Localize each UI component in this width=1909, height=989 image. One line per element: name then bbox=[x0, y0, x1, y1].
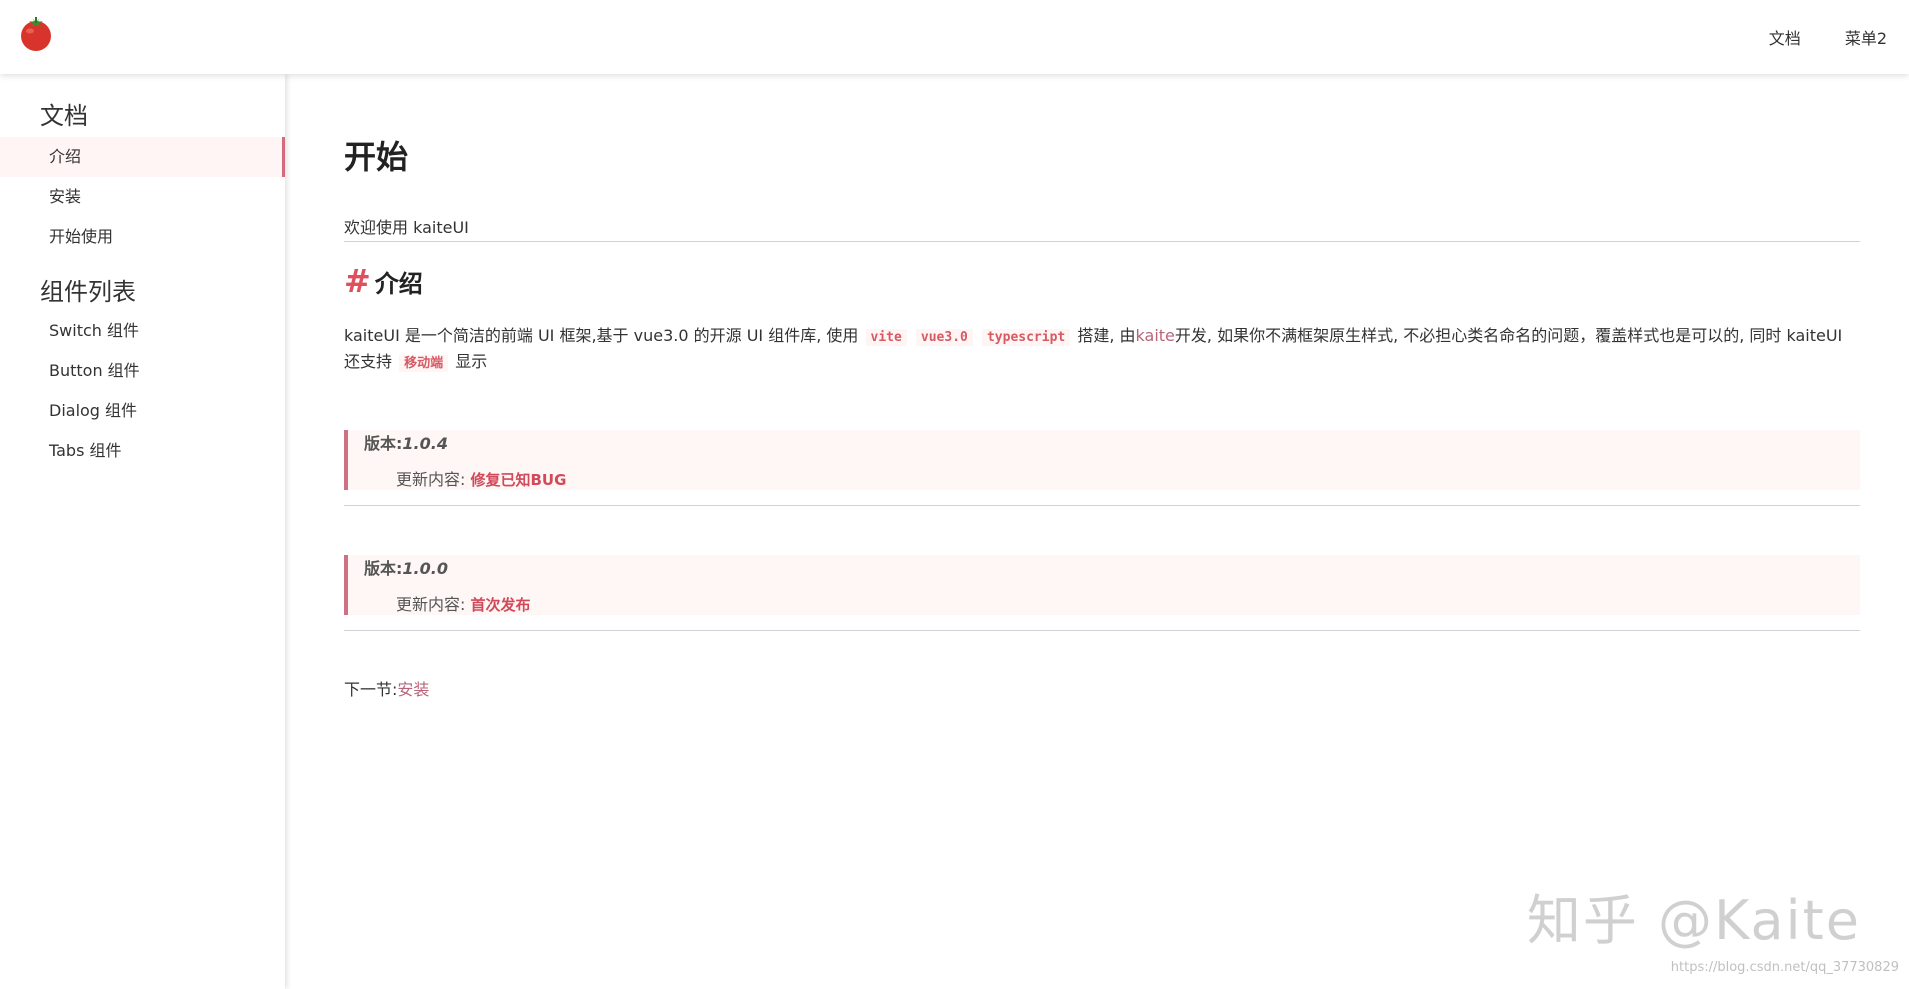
version-update: 更新内容: 修复已知BUG bbox=[396, 466, 566, 490]
sidebar-item-dialog[interactable]: Dialog 组件 bbox=[0, 391, 285, 431]
hash-anchor-icon[interactable]: # bbox=[344, 262, 371, 300]
version-title: 版本:1.0.4 bbox=[364, 430, 448, 454]
sidebar-item-get-started[interactable]: 开始使用 bbox=[0, 217, 285, 257]
page-title: 开始 bbox=[344, 138, 409, 176]
intro-text: 显示 bbox=[455, 352, 488, 371]
sidebar-group-title: 组件列表 bbox=[40, 278, 136, 306]
top-menu-menu2[interactable]: 菜单2 bbox=[1845, 25, 1887, 49]
top-menu-docs[interactable]: 文档 bbox=[1769, 25, 1801, 49]
next-link[interactable]: 安装 bbox=[397, 680, 429, 699]
version-label: 版本: bbox=[364, 434, 403, 453]
tomato-icon[interactable] bbox=[18, 16, 54, 52]
watermark: 知乎 @Kaite bbox=[1526, 889, 1861, 952]
sidebar-item-switch[interactable]: Switch 组件 bbox=[0, 311, 285, 351]
author-link[interactable]: kaite bbox=[1136, 326, 1175, 345]
welcome-text: 欢迎使用 kaiteUI bbox=[344, 214, 1860, 242]
top-menu: 文档 菜单2 bbox=[1769, 0, 1887, 74]
intro-text: 搭建, 由 bbox=[1077, 326, 1136, 345]
version-label: 版本: bbox=[364, 559, 403, 578]
version-block: 版本:1.0.0 更新内容: 首次发布 bbox=[344, 555, 1860, 615]
code-vue: vue3.0 bbox=[915, 329, 973, 346]
sidebar-group-components: 组件列表 Switch 组件 Button 组件 Dialog 组件 Tabs … bbox=[0, 272, 285, 471]
sidebar: 文档 介绍 安装 开始使用 组件列表 Switch 组件 Button 组件 D… bbox=[0, 74, 285, 989]
update-label: 更新内容: bbox=[396, 595, 466, 614]
sidebar-group-title: 文档 bbox=[40, 102, 88, 130]
next-label: 下一节: bbox=[344, 680, 398, 699]
sidebar-item-intro[interactable]: 介绍 bbox=[0, 137, 285, 177]
sidebar-item-button[interactable]: Button 组件 bbox=[0, 351, 285, 391]
sidebar-group-docs: 文档 介绍 安装 开始使用 bbox=[0, 96, 285, 257]
version-title: 版本:1.0.0 bbox=[364, 555, 448, 579]
update-value: 修复已知BUG bbox=[470, 471, 567, 489]
section-heading-text: 介绍 bbox=[374, 270, 423, 298]
code-vite: vite bbox=[865, 329, 907, 346]
divider bbox=[344, 630, 1860, 631]
sidebar-item-tabs[interactable]: Tabs 组件 bbox=[0, 431, 285, 471]
intro-text: kaiteUI 是一个简洁的前端 UI 框架,基于 vue3.0 的开源 UI … bbox=[344, 326, 859, 345]
intro-paragraph: kaiteUI 是一个简洁的前端 UI 框架,基于 vue3.0 的开源 UI … bbox=[344, 324, 1860, 376]
version-block: 版本:1.0.4 更新内容: 修复已知BUG bbox=[344, 430, 1860, 490]
version-update: 更新内容: 首次发布 bbox=[396, 591, 531, 615]
code-typescript: typescript bbox=[981, 329, 1071, 346]
version-number: 1.0.4 bbox=[402, 434, 448, 453]
top-nav: 文档 菜单2 bbox=[0, 0, 1909, 74]
next-section: 下一节:安装 bbox=[344, 676, 429, 700]
code-mobile: 移动端 bbox=[399, 355, 449, 372]
version-number: 1.0.0 bbox=[402, 559, 448, 578]
divider bbox=[344, 505, 1860, 506]
sidebar-list: Switch 组件 Button 组件 Dialog 组件 Tabs 组件 bbox=[0, 311, 285, 471]
update-value: 首次发布 bbox=[470, 596, 531, 614]
sidebar-list: 介绍 安装 开始使用 bbox=[0, 137, 285, 257]
update-label: 更新内容: bbox=[396, 470, 466, 489]
sidebar-item-install[interactable]: 安装 bbox=[0, 177, 285, 217]
watermark-url: https://blog.csdn.net/qq_37730829 bbox=[1670, 960, 1899, 975]
section-heading: # 介绍 bbox=[344, 262, 423, 300]
